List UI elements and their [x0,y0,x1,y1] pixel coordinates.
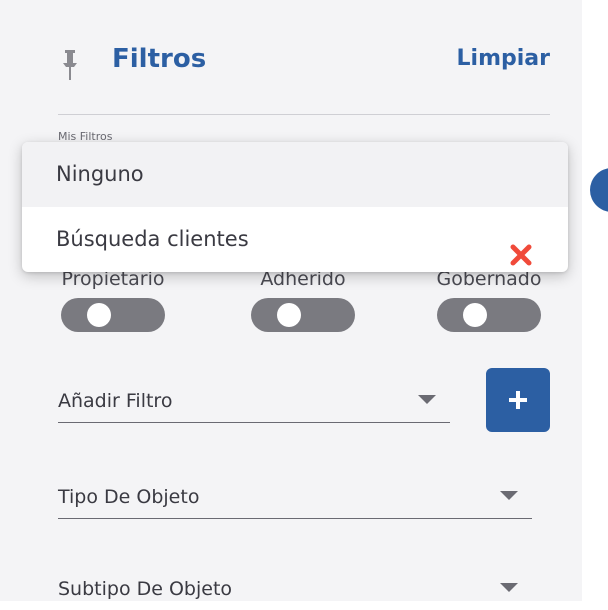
dropdown-option-label: Búsqueda clientes [56,227,249,251]
side-panel-badge[interactable] [590,168,608,212]
my-filters-dropdown: Ninguno Búsqueda clientes [22,142,568,272]
dropdown-option-saved-search[interactable]: Búsqueda clientes [22,207,568,272]
add-filter-button[interactable] [486,368,550,432]
filters-header: Filtros Limpiar [58,0,550,115]
pin-icon[interactable] [62,50,78,80]
select-label: Subtipo De Objeto [58,578,233,600]
select-label: Tipo De Objeto [58,486,200,508]
chevron-down-icon [500,491,518,500]
chevron-down-icon [418,395,436,404]
toggle-switch[interactable] [437,298,541,332]
object-type-select[interactable]: Tipo De Objeto [58,474,532,519]
dropdown-option-label: Ninguno [56,162,144,186]
clear-filters-link[interactable]: Limpiar [457,46,550,71]
close-icon[interactable] [510,227,532,266]
object-subtype-select[interactable]: Subtipo De Objeto [58,566,532,610]
select-label: Añadir Filtro [58,390,173,412]
add-filter-select[interactable]: Añadir Filtro [58,378,450,423]
toggle-governed: Gobernado [424,268,554,332]
panel-title: Filtros [112,44,207,74]
toggle-switch[interactable] [251,298,355,332]
toggle-joined: Adherido [238,268,368,332]
toggle-knob [463,303,487,327]
plus-icon [509,391,527,409]
toggle-knob [87,303,111,327]
filters-panel: Filtros Limpiar Mis Filtros Ninguno Búsq… [0,0,582,601]
toggle-owner: Propietario [48,268,178,332]
toggle-knob [277,303,301,327]
toggle-switch[interactable] [61,298,165,332]
chevron-down-icon [500,583,518,592]
dropdown-option-none[interactable]: Ninguno [22,142,568,207]
